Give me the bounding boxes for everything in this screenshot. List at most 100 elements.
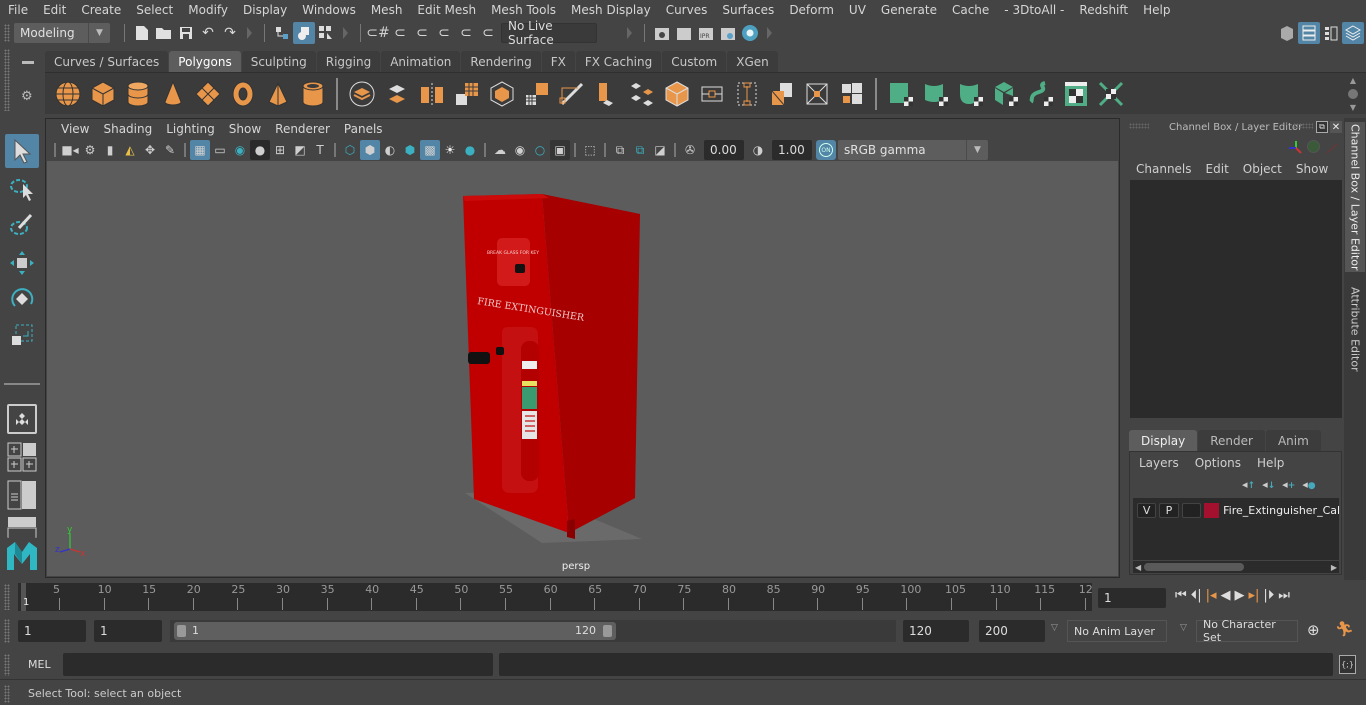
tab-display[interactable]: Display (1129, 430, 1198, 451)
menu-3dtoall[interactable]: - 3DtoAll - (996, 3, 1071, 17)
close-icon[interactable]: ✕ (1330, 121, 1342, 133)
poly-cube-icon[interactable] (85, 77, 120, 111)
channel-list[interactable] (1130, 180, 1342, 418)
menu-display[interactable]: Display (235, 3, 294, 17)
scroll-left-icon[interactable]: ◀ (1135, 563, 1141, 572)
snap-live-icon[interactable]: ⊂ (477, 22, 499, 44)
options-menu[interactable]: Options (1195, 456, 1241, 470)
ipr-render-icon[interactable]: IPR (695, 22, 717, 44)
workspace-mode-dropdown[interactable]: Modeling ▼ (14, 22, 110, 43)
tab-sculpting[interactable]: Sculpting (241, 51, 316, 72)
playback-start-field[interactable]: 1 (94, 620, 162, 642)
poly-torus-icon[interactable] (225, 77, 260, 111)
menu-mesh-tools[interactable]: Mesh Tools (483, 3, 563, 17)
mirror-icon[interactable] (414, 77, 449, 111)
poly-cylinder-icon[interactable] (120, 77, 155, 111)
menu-uv[interactable]: UV (841, 3, 873, 17)
animation-preferences-icon[interactable]: 🏃︎ (1335, 620, 1354, 638)
smooth-shade-icon[interactable]: ⬢ (360, 140, 380, 160)
select-tool-icon[interactable] (5, 134, 39, 168)
planar-uv-icon[interactable] (883, 77, 918, 111)
automatic-uv-icon[interactable] (988, 77, 1023, 111)
step-forward-frame-icon[interactable]: |⏵ (1263, 588, 1274, 603)
animation-end-field[interactable]: 200 (979, 620, 1045, 642)
move-layer-up-icon[interactable]: ◂↑ (1242, 478, 1255, 491)
tab-render[interactable]: Render (1198, 430, 1265, 451)
snap-surface-icon[interactable]: ⊂ (455, 22, 477, 44)
bookmark-icon[interactable]: ▮ (100, 140, 120, 160)
scroll-up-icon[interactable]: ▲ (1350, 76, 1356, 85)
playback-end-field[interactable]: 120 (903, 620, 969, 642)
grip-handle[interactable] (4, 23, 10, 42)
tab-xgen[interactable]: XGen (727, 51, 778, 72)
safe-title-icon[interactable]: T (310, 140, 330, 160)
channel-show-menu[interactable]: Show (1296, 162, 1328, 176)
exposure-icon[interactable]: ✇ (680, 140, 700, 160)
menu-select[interactable]: Select (128, 3, 180, 17)
anti-aliasing-icon[interactable]: ○ (530, 140, 550, 160)
xray-active-components-icon[interactable]: ⧉ (630, 140, 650, 160)
snap-curve-icon[interactable]: ⊂ (389, 22, 411, 44)
character-set-chevron-icon[interactable]: ▽ (1180, 623, 1187, 633)
tab-fx-caching[interactable]: FX Caching (575, 51, 662, 72)
hypershade-icon[interactable] (739, 22, 761, 44)
menu-windows[interactable]: Windows (294, 3, 363, 17)
menu-edit-mesh[interactable]: Edit Mesh (409, 3, 483, 17)
redo-icon[interactable]: ↷ (219, 22, 241, 44)
side-tab-attribute-editor[interactable]: Attribute Editor (1345, 284, 1365, 374)
extrude-icon[interactable] (519, 77, 554, 111)
select-object-icon[interactable] (293, 21, 315, 44)
multi-cut-icon[interactable] (554, 77, 589, 111)
menu-create[interactable]: Create (73, 3, 128, 17)
depth-of-field-icon[interactable]: ▣ (550, 140, 570, 160)
image-plane-icon[interactable]: ◭ (120, 140, 140, 160)
select-component-icon[interactable] (315, 22, 337, 44)
field-chart-icon[interactable]: ⊞ (270, 140, 290, 160)
shelf-scroll[interactable]: ▲ ▼ (1346, 76, 1360, 112)
rotate-tool-icon[interactable] (5, 282, 39, 316)
viewport-menu-renderer[interactable]: Renderer (268, 122, 337, 136)
range-track[interactable]: 1 120 (170, 620, 896, 642)
persp-graph-layout-icon[interactable] (7, 516, 37, 538)
layer-name[interactable]: Fire_Extinguisher_Cab (1223, 504, 1339, 517)
collapse-arrow-icon[interactable] (767, 26, 772, 39)
cylindrical-uv-icon[interactable] (918, 77, 953, 111)
tab-animation[interactable]: Animation (381, 51, 461, 72)
current-frame-field[interactable]: 1 (1098, 588, 1166, 608)
exposure-field[interactable]: 0.00 (704, 140, 744, 160)
3d-viewport[interactable]: BREAK GLASS FOR KEY FIRE EXTINGUISHER y (47, 161, 1118, 576)
paint-select-tool-icon[interactable] (5, 208, 39, 242)
viewport-menu-view[interactable]: View (54, 122, 96, 136)
range-bar[interactable]: 1 120 (174, 622, 616, 640)
layer-display-type-toggle[interactable] (1181, 502, 1201, 518)
single-perspective-layout-icon[interactable] (7, 404, 37, 434)
step-back-key-icon[interactable]: |◂ (1206, 588, 1217, 603)
menu-modify[interactable]: Modify (180, 3, 235, 17)
wireframe-icon[interactable]: ⬡ (340, 140, 360, 160)
snap-point-icon[interactable]: ⊂ (411, 22, 433, 44)
channel-object-menu[interactable]: Object (1243, 162, 1282, 176)
menu-file[interactable]: File (0, 3, 35, 17)
script-editor-icon[interactable]: {;} (1339, 655, 1356, 674)
menu-mesh-display[interactable]: Mesh Display (563, 3, 658, 17)
range-end-handle[interactable] (603, 625, 612, 637)
grip-handle[interactable] (4, 49, 10, 111)
collapse-arrow-icon[interactable] (343, 26, 348, 39)
tab-fx[interactable]: FX (541, 51, 575, 72)
separate-icon[interactable] (379, 77, 414, 111)
attribute-editor-toggle-icon[interactable] (1298, 21, 1320, 44)
safe-action-icon[interactable]: ◩ (290, 140, 310, 160)
select-hierarchy-icon[interactable] (271, 22, 293, 44)
anim-layer-chevron-icon[interactable]: ▽ (1051, 623, 1058, 633)
center-pivot-icon[interactable] (694, 77, 729, 111)
spherical-uv-icon[interactable] (953, 77, 988, 111)
tab-polygons[interactable]: Polygons (169, 51, 241, 72)
layer-visibility-toggle[interactable]: V (1137, 502, 1157, 518)
channel-edit-menu[interactable]: Edit (1206, 162, 1229, 176)
modeling-toolkit-icon[interactable] (1276, 22, 1298, 44)
collapse-arrow-icon[interactable] (247, 26, 252, 39)
grip-handle[interactable] (1293, 123, 1313, 129)
layout-uv-icon[interactable] (1093, 77, 1128, 111)
float-panel-icon[interactable]: ⧉ (1316, 121, 1328, 133)
side-tab-channel-box[interactable]: Channel Box / Layer Editor (1345, 122, 1365, 272)
